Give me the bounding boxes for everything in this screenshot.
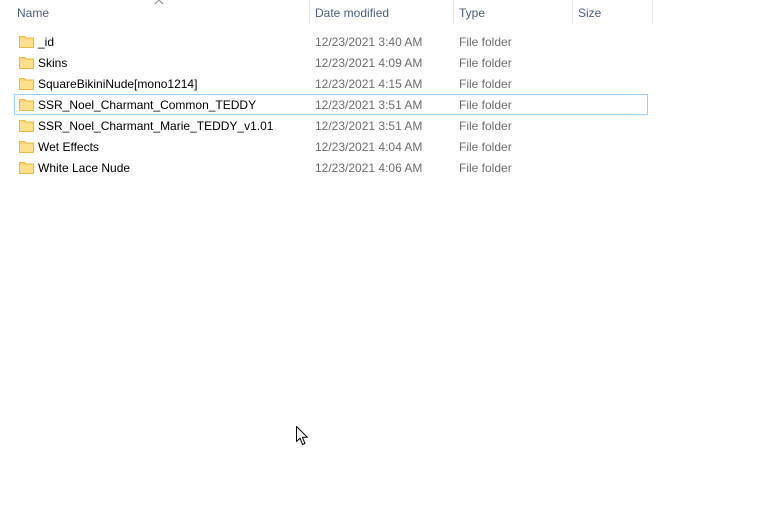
column-header-name[interactable]: Name xyxy=(11,0,309,24)
file-date-modified: 12/23/2021 3:51 AM xyxy=(315,119,423,133)
file-row[interactable]: Wet Effects 12/23/2021 4:04 AM File fold… xyxy=(14,136,648,157)
file-name: SSR_Noel_Charmant_Common_TEDDY xyxy=(38,98,257,112)
file-name: White Lace Nude xyxy=(38,161,131,175)
file-type: File folder xyxy=(459,77,512,91)
column-header-size[interactable]: Size xyxy=(572,0,652,24)
file-row[interactable]: White Lace Nude 12/23/2021 4:06 AM File … xyxy=(14,157,648,178)
file-date-modified: 12/23/2021 3:40 AM xyxy=(315,35,423,49)
file-explorer-view: Name Date modified Type Size _id 12/23/2… xyxy=(0,0,760,530)
file-row[interactable]: SquareBikiniNude[mono1214] 12/23/2021 4:… xyxy=(14,73,648,94)
file-date-modified: 12/23/2021 4:15 AM xyxy=(315,77,423,91)
file-date-modified: 12/23/2021 3:51 AM xyxy=(315,98,423,112)
folder-icon xyxy=(19,162,34,174)
file-date-modified: 12/23/2021 4:04 AM xyxy=(315,140,423,154)
column-divider[interactable] xyxy=(652,0,653,24)
folder-icon xyxy=(19,99,34,111)
column-header-row: Name Date modified Type Size xyxy=(0,0,760,24)
file-row[interactable]: SSR_Noel_Charmant_Marie_TEDDY_v1.01 12/2… xyxy=(14,115,648,136)
file-row-focused[interactable]: SSR_Noel_Charmant_Common_TEDDY 12/23/202… xyxy=(14,94,648,115)
folder-icon xyxy=(19,78,34,90)
file-name: Skins xyxy=(38,56,68,70)
file-name: SquareBikiniNude[mono1214] xyxy=(38,77,198,91)
file-type: File folder xyxy=(459,140,512,154)
file-date-modified: 12/23/2021 4:09 AM xyxy=(315,56,423,70)
folder-icon xyxy=(19,120,34,132)
file-type: File folder xyxy=(459,35,512,49)
folder-icon xyxy=(19,57,34,69)
column-header-type[interactable]: Type xyxy=(453,0,572,24)
folder-icon xyxy=(19,36,34,48)
file-date-modified: 12/23/2021 4:06 AM xyxy=(315,161,423,175)
file-name: Wet Effects xyxy=(38,140,99,154)
file-row[interactable]: _id 12/23/2021 3:40 AM File folder xyxy=(14,31,648,52)
mouse-pointer-icon xyxy=(296,426,308,445)
file-name: SSR_Noel_Charmant_Marie_TEDDY_v1.01 xyxy=(38,119,274,133)
file-name: _id xyxy=(38,35,55,49)
file-type: File folder xyxy=(459,161,512,175)
file-row[interactable]: Skins 12/23/2021 4:09 AM File folder xyxy=(14,52,648,73)
column-header-date-modified[interactable]: Date modified xyxy=(309,0,453,24)
file-type: File folder xyxy=(459,56,512,70)
folder-icon xyxy=(19,141,34,153)
file-type: File folder xyxy=(459,98,512,112)
file-type: File folder xyxy=(459,119,512,133)
